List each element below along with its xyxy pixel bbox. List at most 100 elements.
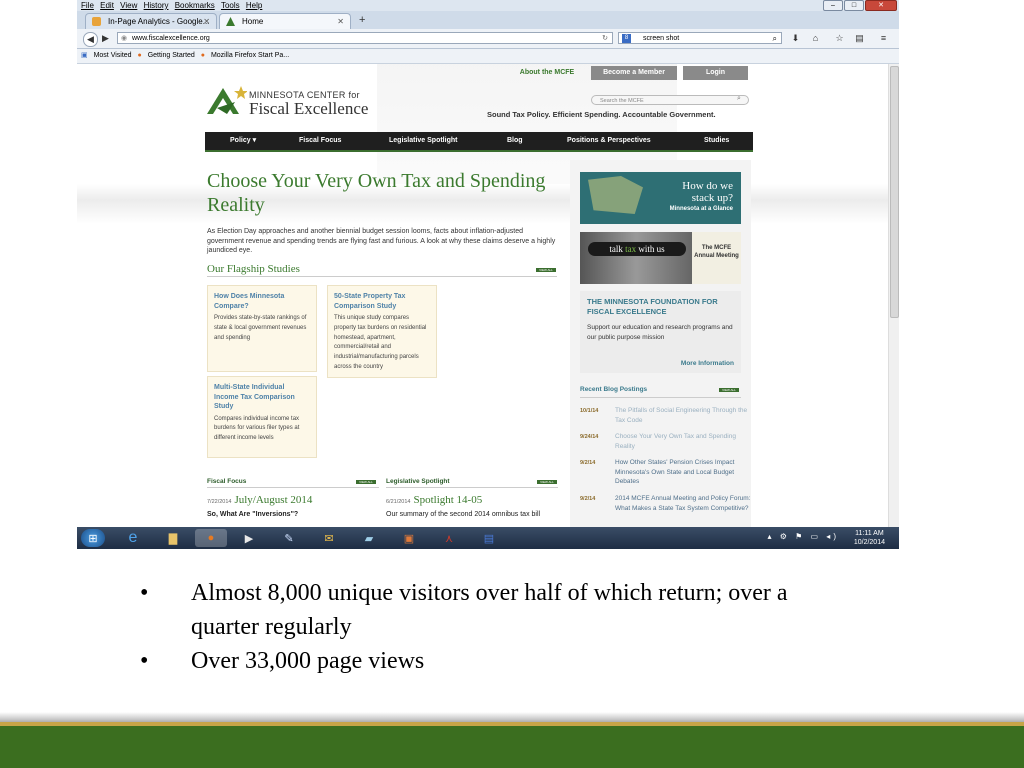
blog-post-link[interactable]: The Pitfalls of Social Engineering Throu… (615, 406, 755, 425)
meeting-photo (580, 232, 692, 284)
nav-studies[interactable]: Studies (704, 132, 729, 150)
talk-tax-banner[interactable]: talk tax with us The MCFE Annual Meeting (580, 232, 741, 284)
forward-arrow-icon[interactable]: ▶ (99, 32, 112, 45)
window-controls: – □ ✕ (823, 0, 897, 11)
menu-edit[interactable]: Edit (100, 0, 114, 11)
spotlight-entry[interactable]: 6/21/2014 Spotlight 14-05 (386, 494, 482, 506)
browser-search-box[interactable]: 8 screen shot ⌕ (618, 32, 782, 44)
back-arrow-icon[interactable]: ◀ (83, 32, 98, 47)
download-icon[interactable]: ⬇ (789, 32, 802, 45)
site-search-input[interactable]: Search the MCFE (591, 95, 749, 105)
study-title[interactable]: Multi-State Individual Income Tax Compar… (214, 383, 310, 412)
url-text: www.fiscalexcellence.org (132, 35, 210, 42)
reload-icon[interactable]: ↻ (602, 33, 608, 45)
view-all-fiscal-button[interactable]: VIEW ALL (356, 480, 376, 484)
site-search-icon[interactable]: ⌕ (737, 95, 741, 103)
bookmark-star-icon[interactable]: ☆ (833, 32, 846, 45)
vertical-scrollbar[interactable] (888, 64, 899, 527)
internet-explorer-icon[interactable]: e (117, 529, 149, 547)
bookmark-getting-started[interactable]: Getting Started (148, 52, 195, 59)
acrobat-icon[interactable]: ⋏ (433, 529, 465, 547)
study-description: Provides state-by-state rankings of stat… (214, 315, 307, 341)
url-bar[interactable]: ◉ www.fiscalexcellence.org ↻ (117, 32, 613, 44)
how-do-we-stack-up-banner[interactable]: How do we stack up? Minnesota at a Glance (580, 172, 741, 224)
menu-tools[interactable]: Tools (221, 0, 240, 11)
globe-icon: ◉ (121, 35, 128, 42)
view-all-spotlight-button[interactable]: VIEW ALL (537, 480, 557, 484)
nav-blog[interactable]: Blog (507, 132, 523, 150)
main-navigation: Policy ▾ Fiscal Focus Legislative Spotli… (205, 132, 753, 152)
page-headline[interactable]: Choose Your Very Own Tax and Spending Re… (207, 169, 567, 217)
new-tab-icon[interactable]: + (359, 14, 365, 26)
entry-date: 7/22/2014 (207, 499, 232, 505)
system-tray[interactable]: ▴ ⚙ ⚑ ▭ ◂) (768, 532, 840, 541)
foundation-box: THE MINNESOTA FOUNDATION FOR FISCAL EXCE… (580, 291, 741, 373)
blog-post-link[interactable]: Choose Your Very Own Tax and Spending Re… (615, 432, 755, 451)
bullet-icon: • (140, 648, 149, 674)
entry-title[interactable]: Spotlight 14-05 (413, 494, 482, 506)
tab-home[interactable]: Home ✕ (219, 13, 351, 29)
menu-file[interactable]: File (81, 0, 94, 11)
fiscal-focus-snippet[interactable]: So, What Are "Inversions"? (207, 510, 298, 520)
study-card[interactable]: How Does Minnesota Compare? Provides sta… (207, 285, 317, 372)
search-value: screen shot (643, 35, 680, 42)
word-icon[interactable]: ▤ (473, 529, 505, 547)
talk-tax-speech-bubble: talk tax with us (588, 242, 686, 256)
divider (207, 276, 557, 277)
hamburger-menu-icon[interactable]: ≡ (877, 32, 890, 45)
nav-legislative-spotlight[interactable]: Legislative Spotlight (389, 132, 457, 150)
tab-analytics[interactable]: In-Page Analytics - Google... ✕ (85, 13, 217, 29)
outlook-icon[interactable]: ✉ (313, 529, 345, 547)
browser-window: File Edit View History Bookmarks Tools H… (77, 0, 899, 549)
fiscal-focus-entry[interactable]: 7/22/2014 July/August 2014 (207, 494, 312, 506)
minimize-button[interactable]: – (823, 0, 843, 11)
nav-positions-perspectives[interactable]: Positions & Perspectives (567, 132, 651, 150)
study-card[interactable]: 50-State Property Tax Comparison Study T… (327, 285, 437, 378)
maximize-button[interactable]: □ (844, 0, 864, 11)
menu-history[interactable]: History (144, 0, 169, 11)
menu-bar: File Edit View History Bookmarks Tools H… (77, 0, 899, 11)
bookmark-firefox-start[interactable]: Mozilla Firefox Start Pa... (211, 52, 289, 59)
foundation-title[interactable]: THE MINNESOTA FOUNDATION FOR FISCAL EXCE… (587, 297, 734, 317)
search-engine-icon[interactable]: 8 (622, 34, 631, 43)
about-link[interactable]: About the MCFE (515, 66, 579, 80)
study-title[interactable]: How Does Minnesota Compare? (214, 292, 310, 311)
start-button-icon[interactable]: ⊞ (81, 529, 105, 547)
bookmark-most-visited[interactable]: Most Visited (94, 52, 132, 59)
login-button[interactable]: Login (683, 66, 748, 80)
blog-post-link[interactable]: How Other States' Pension Crises Impact … (615, 458, 755, 487)
mcfe-logo-icon[interactable] (205, 84, 247, 116)
menu-help[interactable]: Help (246, 0, 262, 11)
legislative-spotlight-heading: Legislative Spotlight (386, 478, 450, 485)
file-explorer-icon[interactable]: ▇ (157, 529, 189, 547)
media-player-icon[interactable]: ▶ (233, 529, 265, 547)
view-all-studies-button[interactable]: VIEW ALL (536, 268, 556, 272)
view-all-blog-button[interactable]: VIEW ALL (719, 388, 739, 392)
nav-fiscal-focus[interactable]: Fiscal Focus (299, 132, 341, 150)
study-card[interactable]: Multi-State Individual Income Tax Compar… (207, 376, 317, 458)
search-icon[interactable]: ⌕ (773, 33, 777, 45)
fiscal-focus-heading: Fiscal Focus (207, 478, 247, 485)
tab-bar: In-Page Analytics - Google... ✕ Home ✕ + (77, 11, 899, 29)
taskbar-clock[interactable]: 11:11 AM 10/2/2014 (854, 529, 885, 547)
home-icon[interactable]: ⌂ (809, 32, 822, 45)
study-title[interactable]: 50-State Property Tax Comparison Study (334, 292, 430, 311)
powerpoint-icon[interactable]: ▣ (393, 529, 425, 547)
intro-paragraph: As Election Day approaches and another b… (207, 228, 556, 254)
blog-post-link[interactable]: 2014 MCFE Annual Meeting and Policy Foru… (615, 494, 755, 513)
menu-view[interactable]: View (120, 0, 137, 11)
entry-title[interactable]: July/August 2014 (234, 494, 312, 506)
close-tab-icon[interactable]: ✕ (337, 14, 344, 30)
clock-date: 10/2/2014 (853, 539, 885, 546)
menu-bookmarks[interactable]: Bookmarks (175, 0, 215, 11)
scrollbar-thumb[interactable] (890, 66, 899, 318)
close-tab-icon[interactable]: ✕ (203, 14, 210, 30)
firefox-taskbar-icon[interactable]: ● (195, 529, 227, 547)
tool-icon[interactable]: ✎ (273, 529, 305, 547)
close-window-button[interactable]: ✕ (865, 0, 897, 11)
nav-policy[interactable]: Policy ▾ (230, 132, 256, 150)
bookmarks-list-icon[interactable]: ▤ (853, 32, 866, 45)
folder-icon[interactable]: ▰ (353, 529, 385, 547)
become-member-button[interactable]: Become a Member (591, 66, 677, 80)
more-information-link[interactable]: More Information (681, 360, 734, 367)
